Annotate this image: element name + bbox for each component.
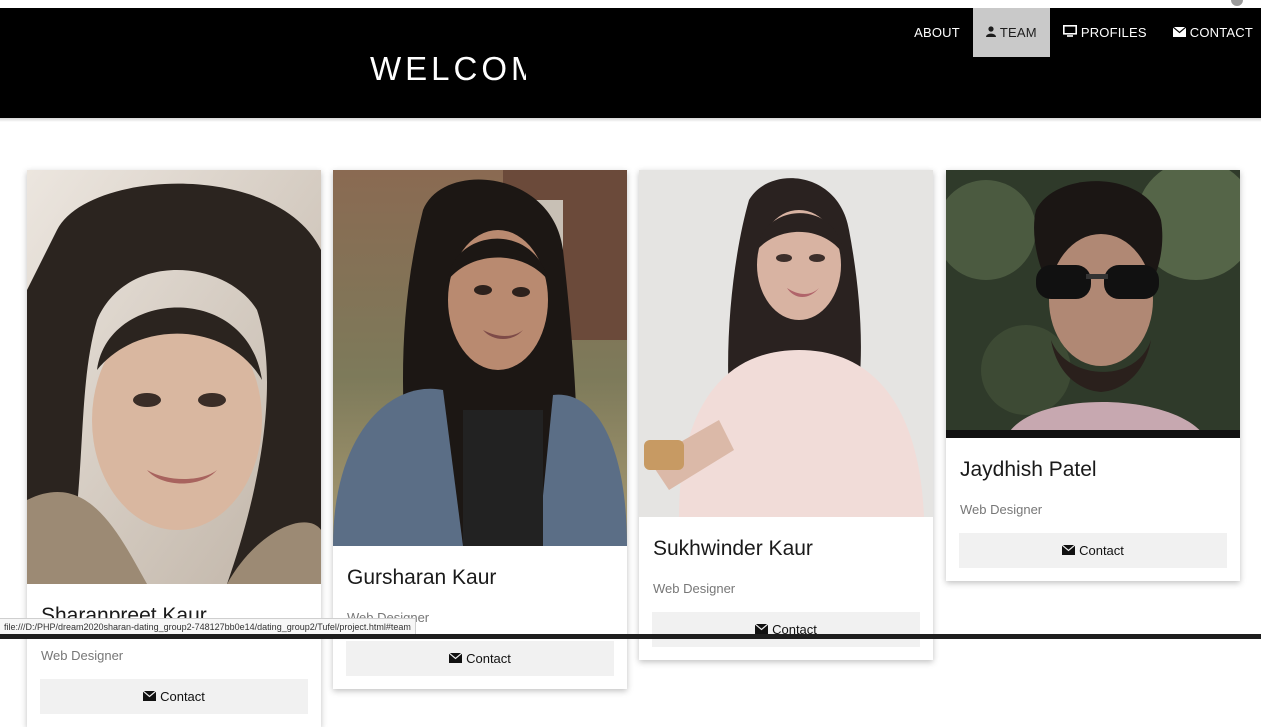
team-card: Sukhwinder Kaur Web Designer Contact [639,170,933,660]
nav-contact[interactable]: CONTACT [1160,8,1261,57]
nav-profiles[interactable]: PROFILES [1050,8,1160,57]
contact-label: Contact [466,651,511,666]
envelope-icon [142,689,157,704]
member-photo [333,170,627,546]
nav-team-label: TEAM [999,25,1037,40]
envelope-icon [1172,25,1187,40]
member-name: Jaydhish Patel [960,458,1097,481]
contact-label: Contact [1079,543,1124,558]
team-card: Sharanpreet Kaur Web Designer Contact [27,170,321,727]
member-name: Gursharan Kaur [347,566,497,589]
member-photo [639,170,933,517]
member-photo [946,170,1240,438]
main-nav: ABOUT TEAM PROFILES CONTACT [901,8,1261,57]
nav-team[interactable]: TEAM [972,8,1050,57]
nav-contact-label: CONTACT [1189,25,1253,40]
team-card: Jaydhish Patel Web Designer Contact [946,170,1240,581]
contact-button[interactable]: Contact [652,612,920,647]
member-role: Web Designer [41,648,124,663]
contact-button[interactable]: Contact [40,679,308,714]
envelope-icon [1061,543,1076,558]
user-icon [985,25,996,40]
member-name: Sukhwinder Kaur [653,537,813,560]
nav-about[interactable]: ABOUT [901,8,973,57]
member-role: Web Designer [653,581,736,596]
site-header: WELCOM ABOUT TEAM PROFILES CONTACT [0,8,1261,122]
desktop-icon [1062,25,1077,40]
member-role: Web Designer [960,502,1043,517]
brand-title: WELCOM [370,50,526,87]
contact-label: Contact [160,689,205,704]
member-photo [27,170,321,584]
contact-button[interactable]: Contact [959,533,1227,568]
team-card: Gursharan Kaur Web Designer Contact [333,170,627,689]
envelope-icon [448,651,463,666]
browser-bottom-bar [0,634,1261,639]
nav-profiles-label: PROFILES [1080,25,1147,40]
nav-about-label: ABOUT [914,25,960,40]
browser-edge-icon [1231,0,1243,6]
contact-button[interactable]: Contact [346,641,614,676]
